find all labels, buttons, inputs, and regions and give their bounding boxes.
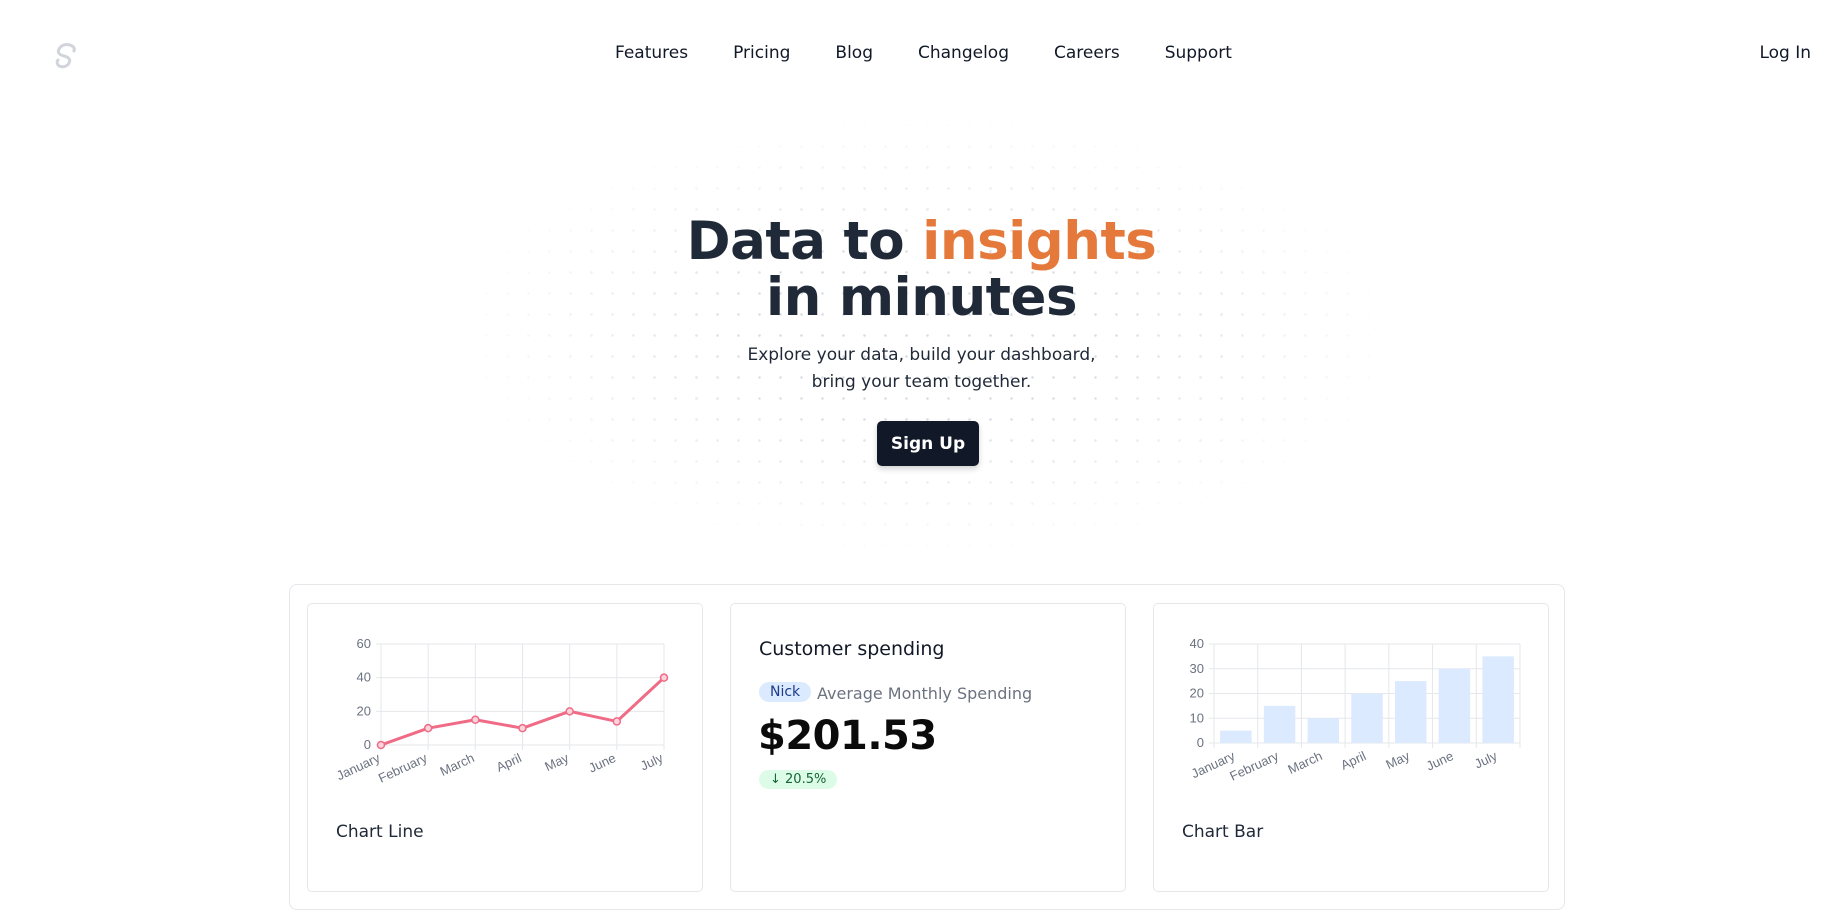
svelte-logo-icon[interactable] (53, 42, 79, 70)
login-link[interactable]: Log In (1759, 43, 1811, 63)
y-tick-label: 0 (364, 737, 371, 752)
spending-caption: Average Monthly Spending (817, 684, 1033, 703)
hero-subtitle-line1: Explore your data, build your dashboard, (747, 345, 1096, 365)
spending-value: $201.53 (758, 713, 937, 759)
y-tick-label: 0 (1197, 735, 1204, 750)
line-point-may (565, 707, 574, 716)
bar-chart: 010203040JanuaryFebruary March April May Jun… (1189, 636, 1521, 784)
spending-title: Customer spending (759, 638, 945, 660)
y-tick-label: 40 (1190, 636, 1204, 651)
x-tick-label: June (1424, 748, 1456, 774)
hero-subtitle: Explore your data, build your dashboard,… (0, 342, 1843, 396)
nav-link-support[interactable]: Support (1165, 43, 1232, 63)
y-tick-label: 20 (357, 703, 371, 718)
y-tick-label: 10 (1190, 710, 1204, 725)
line-point-april (518, 723, 527, 733)
line-chart-card: 0 20 40 60 January February March April May June J… (307, 603, 703, 892)
bar-june (1438, 668, 1471, 743)
hero-title-part1: Data to (686, 211, 923, 272)
line-point-march (471, 715, 480, 724)
y-tick-label: 40 (357, 670, 371, 685)
hero-subtitle-line2: bring your team together. (811, 372, 1032, 392)
bar-january (1220, 730, 1252, 743)
x-tick-label: April (494, 750, 524, 775)
x-tick-label: April (1338, 748, 1368, 773)
x-tick-label: February (376, 750, 430, 786)
top-navigation: Features Pricing Blog Changelog Careers … (0, 0, 1843, 110)
hero-title-line2: in minutes (765, 267, 1078, 328)
x-tick-label: July (1472, 748, 1500, 772)
hero-title: Data to insights in minutes (0, 214, 1843, 326)
x-tick-label: May (1383, 748, 1412, 772)
sign-up-button[interactable]: Sign Up (877, 421, 979, 466)
hero-title-accent: insights (922, 211, 1157, 272)
nav-link-careers[interactable]: Careers (1054, 43, 1120, 63)
nav-link-blog[interactable]: Blog (835, 43, 873, 63)
line-point-february (423, 723, 433, 733)
bar-july (1482, 656, 1514, 743)
bar-chart-label: Chart Bar (1182, 822, 1264, 842)
bar-march (1307, 718, 1340, 743)
nav-link-pricing[interactable]: Pricing (733, 43, 790, 63)
x-tick-label: February (1227, 748, 1281, 784)
y-tick-label: 60 (357, 636, 371, 651)
line-chart: 0 20 40 60 JanuaryFebruary March April May June J… (334, 636, 669, 786)
line-chart-label: Chart Line (336, 822, 424, 842)
line-point-july (659, 673, 669, 682)
line-point-january (376, 740, 386, 750)
x-tick-label: March (1285, 748, 1324, 777)
bar-february (1263, 705, 1296, 743)
bar-may (1394, 681, 1427, 743)
spending-delta-badge: ↓ 20.5% (759, 770, 838, 789)
x-tick-label: May (542, 750, 571, 774)
bar-april (1351, 693, 1383, 743)
x-tick-label: July (638, 750, 666, 774)
y-tick-label: 30 (1190, 661, 1204, 676)
x-tick-label: March (438, 750, 477, 779)
y-tick-label: 20 (1190, 686, 1204, 701)
bar-chart-card: 0 10 20 30 40 January February March April May Jun… (1153, 603, 1549, 892)
customer-name-badge: Nick (759, 682, 812, 702)
hero-dot-pattern (455, 115, 1400, 555)
line-point-june (612, 717, 622, 726)
x-tick-label: January (334, 750, 383, 783)
nav-links: Features Pricing Blog Changelog Careers … (615, 43, 1277, 63)
nav-link-features[interactable]: Features (615, 43, 688, 63)
nav-link-changelog[interactable]: Changelog (918, 43, 1009, 63)
x-tick-label: June (586, 750, 618, 776)
